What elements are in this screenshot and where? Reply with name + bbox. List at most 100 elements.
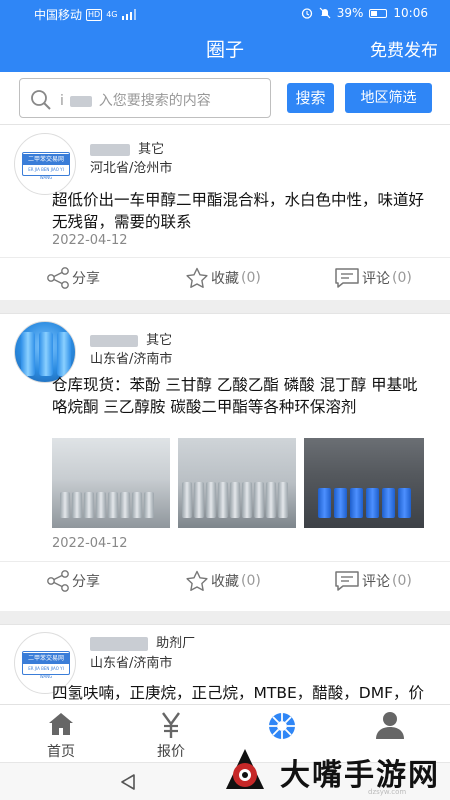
favorite-count: (0) bbox=[241, 573, 261, 589]
barrel-shape bbox=[60, 492, 70, 518]
back-icon[interactable] bbox=[119, 773, 137, 791]
post-card[interactable]: 二甲苯交易网 ER JIA BEN JIAO YI WANG 其它 河北省/沧州… bbox=[0, 124, 450, 300]
logo-subtext: ER JIA BEN JIAO YI WANG bbox=[28, 666, 64, 679]
barrel-shape bbox=[382, 488, 395, 518]
post-image-warehouse[interactable] bbox=[52, 438, 170, 528]
redacted-name bbox=[90, 143, 130, 156]
watermark-url: dzsyw.com bbox=[368, 788, 407, 796]
watermark-logo-icon bbox=[226, 749, 264, 789]
nav-quotes[interactable]: 报价 bbox=[136, 705, 206, 763]
brand-logo: 二甲苯交易网 ER JIA BEN JIAO YI WANG bbox=[22, 651, 70, 679]
barrel-shape bbox=[132, 492, 142, 518]
post-content: 四氢呋喃，正庚烷，正己烷，MTBE，醋酸，DMF，价优 bbox=[52, 684, 424, 702]
star-icon bbox=[186, 267, 208, 288]
aperture-icon bbox=[269, 713, 295, 739]
clock: 10:06 bbox=[393, 6, 428, 20]
share-icon bbox=[47, 267, 69, 289]
poster-category: 其它 bbox=[138, 142, 165, 157]
status-bar: 中国移动 HD 4G 39% 10:06 bbox=[0, 0, 450, 26]
barrel-shape bbox=[242, 482, 252, 518]
logo-subtext: ER JIA BEN JIAO YI WANG bbox=[28, 167, 64, 180]
post-image-drums[interactable] bbox=[178, 438, 296, 528]
barrel-shape bbox=[144, 492, 154, 518]
post-separator bbox=[0, 611, 450, 624]
avatar-image bbox=[21, 332, 35, 376]
nav-home-label: 首页 bbox=[47, 744, 75, 760]
redacted-text bbox=[70, 95, 93, 107]
barrel-shape bbox=[120, 492, 130, 518]
alarm-icon bbox=[301, 8, 312, 19]
comment-icon bbox=[335, 571, 359, 591]
poster-name: 其它 bbox=[90, 138, 164, 157]
post-date: 2022-04-12 bbox=[52, 536, 128, 551]
post-content: 超低价出一车甲醇二甲酯混合料，水白色中性，味道好无残留，需要的联系 bbox=[52, 191, 425, 231]
favorite-button[interactable]: 收藏 (0) bbox=[185, 267, 261, 289]
search-placeholder-prefix: i bbox=[60, 93, 64, 109]
post-feed: 二甲苯交易网 ER JIA BEN JIAO YI WANG 其它 河北省/沧州… bbox=[0, 124, 450, 704]
barrel-shape bbox=[318, 488, 331, 518]
search-bar: i 入您要搜索的内容 搜索 地区筛选 bbox=[0, 72, 450, 124]
comment-label: 评论 bbox=[362, 574, 390, 590]
barrel-shape bbox=[366, 488, 379, 518]
battery-icon bbox=[369, 8, 388, 18]
redacted-name bbox=[90, 334, 138, 347]
mute-icon bbox=[319, 7, 331, 19]
poster-location: 山东省/济南市 bbox=[90, 656, 173, 671]
brand-logo: 二甲苯交易网 ER JIA BEN JIAO YI WANG bbox=[22, 152, 70, 180]
avatar[interactable]: 二甲苯交易网 ER JIA BEN JIAO YI WANG bbox=[14, 133, 76, 195]
post-image-blue-drums[interactable] bbox=[304, 438, 424, 528]
share-label: 分享 bbox=[72, 574, 100, 590]
search-input[interactable]: i 入您要搜索的内容 bbox=[19, 78, 271, 118]
barrel-shape bbox=[206, 482, 216, 518]
poster-location: 山东省/济南市 bbox=[90, 352, 173, 367]
comment-button[interactable]: 评论 (0) bbox=[334, 267, 412, 289]
post-separator bbox=[0, 300, 450, 313]
logo-text: 二甲苯交易网 bbox=[23, 154, 69, 165]
logo-text: 二甲苯交易网 bbox=[23, 653, 69, 664]
divider bbox=[0, 257, 450, 258]
post-card[interactable]: 其它 山东省/济南市 仓库现货：苯酚 三甘醇 乙酸乙酯 磷酸 混丁醇 甲基吡咯烷… bbox=[0, 313, 450, 611]
barrel-shape bbox=[398, 488, 411, 518]
barrel-shape bbox=[334, 488, 347, 518]
barrel-shape bbox=[108, 492, 118, 518]
watermark-text: 大嘴手游网 bbox=[280, 758, 440, 793]
post-card[interactable]: 二甲苯交易网 ER JIA BEN JIAO YI WANG 助剂厂 山东省/济… bbox=[0, 624, 450, 704]
comment-button[interactable]: 评论 (0) bbox=[334, 570, 412, 592]
nav-quotes-label: 报价 bbox=[157, 744, 185, 760]
share-button[interactable]: 分享 bbox=[46, 570, 100, 592]
comment-label: 评论 bbox=[362, 271, 390, 287]
free-publish-button[interactable]: 免费发布 bbox=[370, 36, 438, 61]
barrel-shape bbox=[350, 488, 363, 518]
battery-percent: 39% bbox=[336, 6, 364, 20]
favorite-count: (0) bbox=[241, 270, 261, 286]
carrier-label: 中国移动 bbox=[34, 8, 83, 22]
star-icon bbox=[186, 570, 208, 591]
poster-name: 其它 bbox=[90, 329, 172, 348]
divider bbox=[0, 561, 450, 562]
signal-icon bbox=[121, 9, 136, 20]
site-watermark: 大嘴手游网 dzsyw.com bbox=[218, 742, 450, 800]
poster-category: 其它 bbox=[146, 333, 173, 348]
search-button[interactable]: 搜索 bbox=[287, 83, 334, 113]
comment-count: (0) bbox=[392, 573, 412, 589]
yen-icon bbox=[162, 712, 180, 738]
comment-count: (0) bbox=[392, 270, 412, 286]
home-icon bbox=[49, 713, 73, 735]
user-icon bbox=[376, 712, 404, 739]
share-button[interactable]: 分享 bbox=[46, 267, 100, 289]
redacted-name bbox=[90, 636, 148, 651]
avatar-image bbox=[39, 332, 53, 376]
barrel-shape bbox=[254, 482, 264, 518]
hd-badge: HD bbox=[86, 8, 103, 21]
network-type: 4G bbox=[106, 10, 118, 19]
post-content: 仓库现货：苯酚 三甘醇 乙酸乙酯 磷酸 混丁醇 甲基吡咯烷酮 三乙醇胺 碳酸二甲… bbox=[52, 376, 418, 416]
search-icon bbox=[31, 90, 51, 110]
barrel-shape bbox=[84, 492, 94, 518]
favorite-button[interactable]: 收藏 (0) bbox=[185, 570, 261, 592]
poster-category: 助剂厂 bbox=[156, 636, 196, 651]
barrel-shape bbox=[278, 482, 288, 518]
nav-home[interactable]: 首页 bbox=[26, 705, 96, 763]
post-date: 2022-04-12 bbox=[52, 233, 128, 248]
region-filter-button[interactable]: 地区筛选 bbox=[345, 83, 432, 113]
app-header: 圈子 免费发布 bbox=[0, 26, 450, 72]
